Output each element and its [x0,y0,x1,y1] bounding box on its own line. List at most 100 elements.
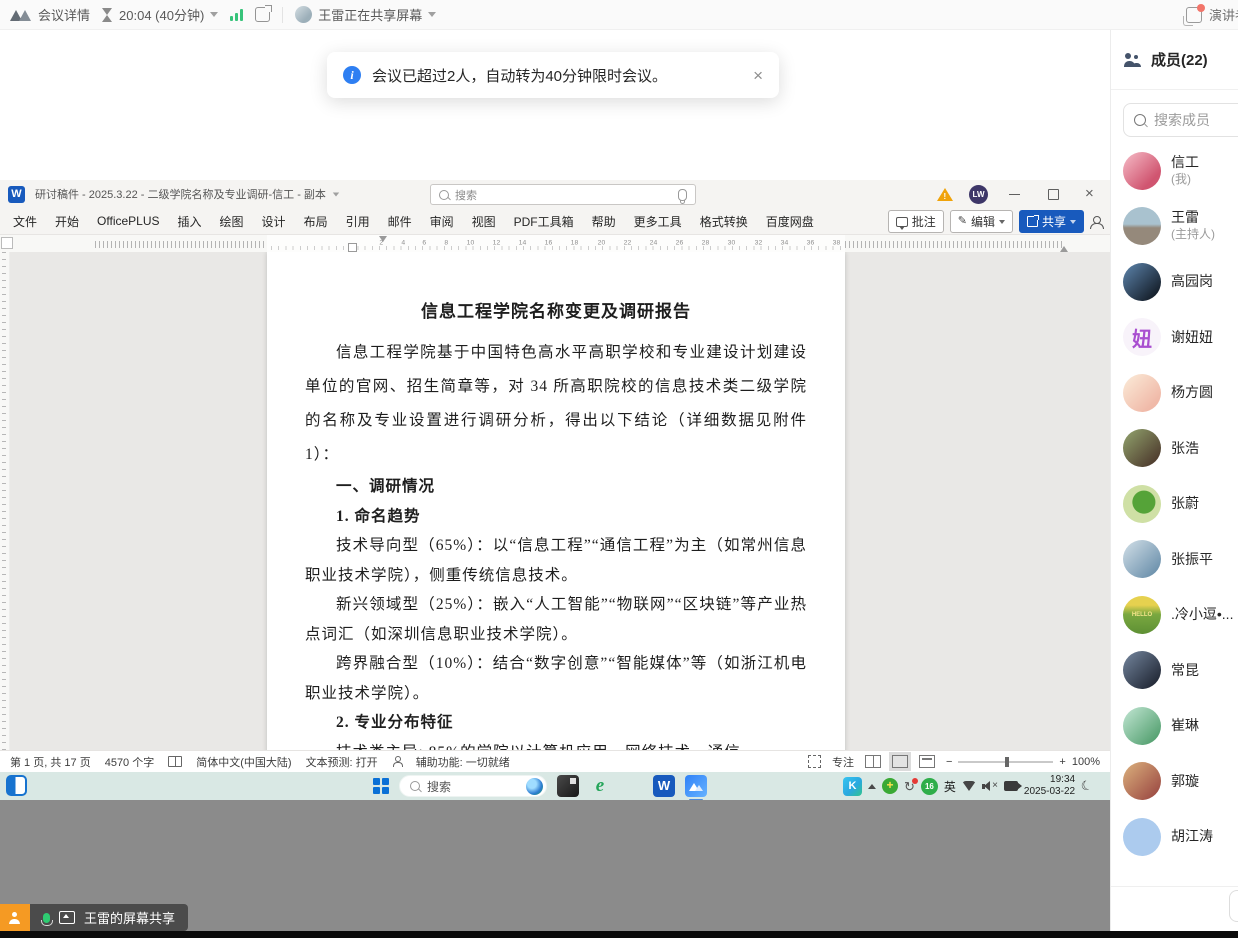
screen-share-indicator[interactable]: 王雷的屏幕共享 [0,904,188,931]
ime-indicator[interactable]: 英 [944,778,956,795]
taskbar-clock[interactable]: 19:34 2025-03-22 [1024,774,1075,798]
member-row[interactable]: 胡江涛 [1111,809,1238,865]
menu-item[interactable]: 引用 [337,213,379,230]
alert-dot [912,778,918,784]
accessibility-status[interactable]: 辅助功能: 一切就绪 [416,754,510,770]
zoom-level[interactable]: 100% [1072,756,1100,768]
tray-expand-icon[interactable] [868,784,876,789]
photos-app-icon[interactable] [557,775,579,797]
taskbar-search-box[interactable]: 搜索 [399,775,547,797]
word-count[interactable]: 4570 个字 [105,754,155,770]
member-row[interactable]: 崔琳 [1111,698,1238,754]
mic-icon[interactable] [678,189,687,201]
menu-item[interactable]: 更多工具 [625,213,691,230]
member-row[interactable]: 杨方圆 [1111,365,1238,421]
web-layout-icon[interactable] [919,755,935,768]
member-row[interactable]: HELLO .冷小逗•... [1111,587,1238,643]
close-button[interactable] [1080,185,1102,203]
meeting-taskbar-icon[interactable] [685,775,707,797]
panel-footer-button[interactable] [1229,890,1238,922]
warning-icon[interactable] [937,188,953,201]
menu-item[interactable]: 插入 [169,213,211,230]
suite-app-icon[interactable] [621,775,643,797]
member-row[interactable]: 张浩 [1111,421,1238,477]
zoom-slider[interactable] [958,761,1053,763]
edit-mode-button[interactable]: ✎ 编辑 [950,210,1013,233]
menu-item[interactable]: 绘图 [211,213,253,230]
minimize-button[interactable] [1004,185,1026,203]
sharing-status-dropdown[interactable]: 王雷正在共享屏幕 [295,5,436,24]
comment-icon [896,217,908,227]
tab-selector-icon[interactable] [1,237,13,249]
member-row[interactable]: 郭璇 [1111,754,1238,810]
menu-item[interactable]: 布局 [295,213,337,230]
meeting-timer-dropdown[interactable]: 20:04 (40分钟) [102,5,218,24]
k-app-tray-icon[interactable]: K [843,777,862,796]
member-row[interactable]: 信工 (我) [1111,143,1238,199]
member-info: 张浩 [1171,440,1199,457]
sync-tray-icon[interactable]: ↻ [904,780,915,793]
member-row[interactable]: 张蔚 [1111,476,1238,532]
word-taskbar-icon[interactable]: W [653,775,675,797]
share-button[interactable]: 共享 [1019,210,1084,233]
member-name: 常昆 [1171,662,1199,679]
meeting-details-button[interactable]: 会议详情 [10,5,90,24]
pop-out-button[interactable] [255,7,270,22]
restore-button[interactable] [1042,185,1064,203]
member-row[interactable]: 高园岗 [1111,254,1238,310]
focus-mode-icon[interactable] [808,755,821,768]
menu-item[interactable]: 开始 [46,213,88,230]
share-indicator-pill[interactable]: 王雷的屏幕共享 [30,904,188,931]
view-mode-button[interactable]: 演讲者视图 [1186,5,1238,24]
focus-label[interactable]: 专注 [832,754,854,770]
browser-app-icon[interactable]: e [589,775,611,797]
banner-close-button[interactable]: × [753,67,763,84]
wifi-icon[interactable] [962,781,976,791]
menu-item[interactable]: OfficePLUS [88,214,168,228]
member-name: 张浩 [1171,440,1199,457]
ruler-number: 10 [466,239,474,247]
print-layout-icon[interactable] [892,755,908,768]
menu-item[interactable]: 文件 [4,213,46,230]
camera-tray-icon[interactable] [1004,781,1018,791]
coin-tray-icon[interactable]: + [882,778,898,794]
member-row[interactable]: 张振平 [1111,532,1238,588]
night-mode-icon[interactable]: ☾ [1079,777,1095,796]
member-avatar [1123,207,1161,245]
menu-item[interactable]: 视图 [463,213,505,230]
zoom-out-button[interactable]: − [946,756,952,768]
member-row[interactable]: 妞 谢妞妞 [1111,310,1238,366]
menu-item[interactable]: 格式转换 [691,213,757,230]
menu-item[interactable]: 审阅 [421,213,463,230]
member-role: (我) [1171,171,1199,188]
share-owner-badge[interactable] [0,904,30,931]
proofing-icon[interactable] [168,756,182,767]
green-badge-tray-icon[interactable]: 16 [921,778,938,795]
share-indicator-label: 王雷的屏幕共享 [84,908,175,927]
member-row[interactable]: 王雷 (主持人) [1111,199,1238,255]
menu-item[interactable]: 邮件 [379,213,421,230]
member-search-box[interactable]: 搜索成员 [1123,103,1238,137]
start-button[interactable] [373,778,389,794]
widgets-button[interactable] [6,775,27,796]
first-line-indent-marker[interactable] [379,236,387,242]
hanging-indent-marker[interactable] [348,243,357,252]
share-with-people-icon[interactable] [1090,216,1104,228]
zoom-slider-knob[interactable] [1005,757,1009,767]
menu-item[interactable]: 设计 [253,213,295,230]
zoom-in-button[interactable]: + [1059,756,1065,768]
network-quality-button[interactable] [230,9,243,21]
page-count[interactable]: 第 1 页, 共 17 页 [10,754,91,770]
member-row[interactable]: 常昆 [1111,643,1238,699]
menu-item[interactable]: 百度网盘 [757,213,823,230]
language-status[interactable]: 简体中文(中国大陆) [196,754,291,770]
volume-muted-icon[interactable]: × [982,781,998,792]
read-mode-icon[interactable] [865,755,881,768]
text-prediction-status[interactable]: 文本预测: 打开 [306,754,378,770]
menu-item[interactable]: 帮助 [583,213,625,230]
account-avatar[interactable]: LW [969,185,988,204]
comment-button[interactable]: 批注 [888,210,944,233]
menu-item[interactable]: PDF工具箱 [505,213,583,230]
document-page[interactable]: 信息工程学院名称变更及调研报告信息工程学院基于中国特色高水平高职学校和专业建设计… [267,252,845,750]
word-search-box[interactable]: 搜索 [430,184,696,205]
